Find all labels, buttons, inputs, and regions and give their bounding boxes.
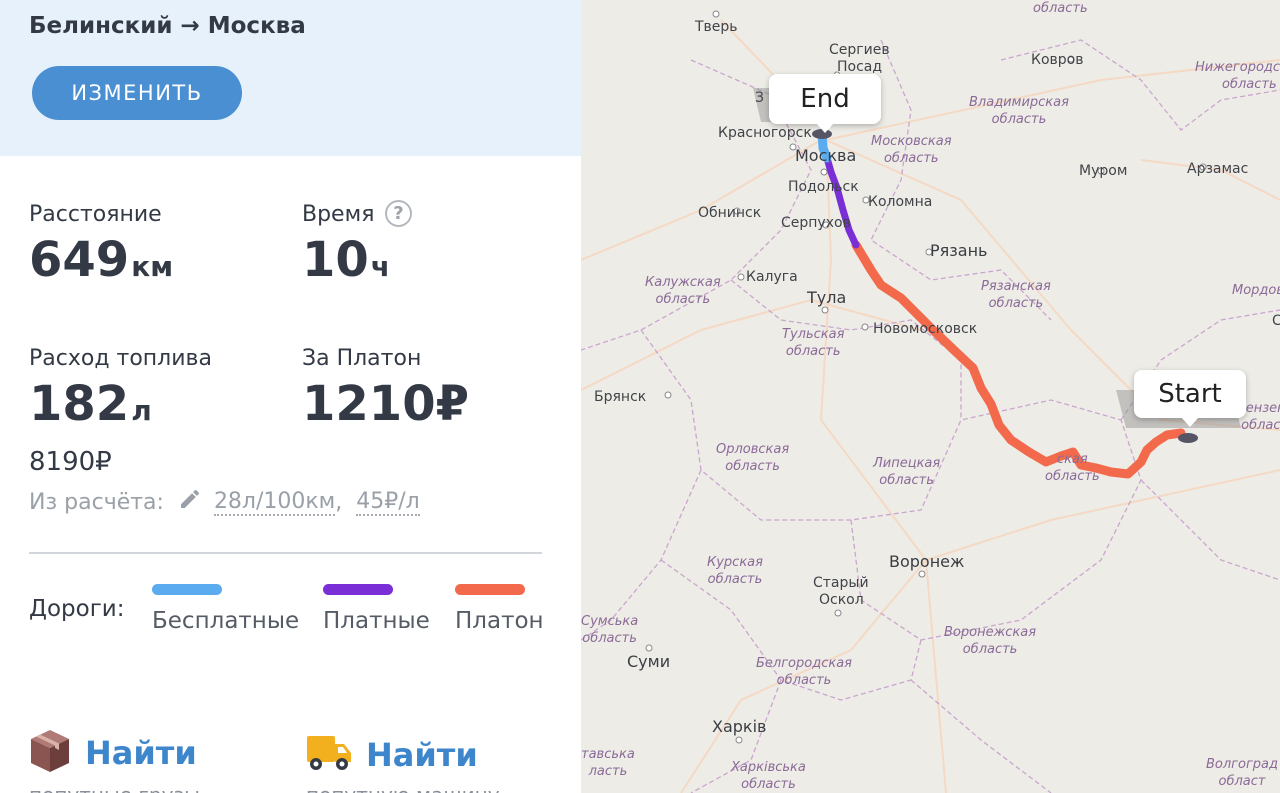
city-sergiev: Сергиев [829,42,890,58]
platon-value: 1210₽ [302,376,469,432]
city-obninsk: Обнинск [698,205,762,221]
city-oskol: Оскол [819,592,864,608]
city-stary: Старый [813,575,869,591]
city-bryansk: Брянск [594,389,647,405]
legend-toll-bar [323,584,393,595]
region-volgograd: Волгоград област [1206,757,1279,789]
city-kharkiv: Харків [712,717,767,736]
distance-number: 649 [29,232,130,288]
region-lipetsk: Липецкая область [873,456,941,488]
region-vladimir: Владимирская область [969,95,1069,127]
region-nizhny: Нижегородскаяобласть [1195,60,1280,92]
region-tula: Тульская область [782,327,845,359]
city-serpukhov: Серпухов [781,215,851,231]
help-icon[interactable]: ? [385,200,412,227]
region-belgorod: Белгородская область [756,656,852,688]
time-number: 10 [302,232,369,288]
region-kaluga: Калужская область [645,275,721,307]
legend-platon-bar [455,584,525,595]
region-tver: область [1033,1,1088,16]
region-voronezh: Воронежская область [944,625,1037,657]
city-murom: Муром [1079,163,1128,179]
region-kharkiv: Харківська область [731,760,806,792]
city-moskva: Москва [795,146,857,165]
cargo-box-icon [29,728,71,778]
find-truck-subtitle: попутную машину [306,783,500,793]
city-tula: Тула [807,288,847,307]
city-posad: Посад [837,59,883,75]
start-marker[interactable]: Start [1134,370,1246,427]
platon-label: За Платон [302,346,422,371]
city-voronezh: Воронеж [889,552,965,571]
city-tver: Тверь [695,19,738,35]
city-arzamas: Арзамас [1187,161,1249,177]
region-ryazan: Рязанская область [981,279,1051,311]
distance-value: 649км [29,232,173,288]
route-title: Белинский → Москва [29,13,306,39]
distance-unit: км [131,250,174,283]
change-route-button[interactable]: ИЗМЕНИТЬ [32,66,242,120]
pencil-icon[interactable] [178,487,202,517]
region-poltava: тавська ласть [581,747,635,779]
platon-number: 1210₽ [302,376,469,432]
legend-platon-label: Платон [455,608,544,634]
consumption-link[interactable]: 28л/100км [213,489,336,516]
region-mordov: Мордов [1232,283,1280,298]
find-truck-label: Найти [366,736,478,774]
distance-label: Расстояние [29,202,162,227]
time-label: Время [302,202,375,227]
truck-icon [306,733,352,777]
region-moscow: Московская область [871,134,952,166]
city-kaluga: Калуга [746,269,798,285]
route-map[interactable]: Тверь Сергиев Посад Ковров З Красногорск… [581,0,1280,793]
region-sumy: Сумська область [581,614,639,646]
legend-free-label: Бесплатные [152,608,300,634]
find-cargo-label: Найти [85,734,197,772]
find-truck-link[interactable]: Найти [306,733,478,777]
fuel-number: 182 [29,376,130,432]
city-sumy: Суми [627,652,671,671]
legend-toll-label: Платные [323,608,430,634]
time-unit: ч [370,250,391,283]
city-novomoskovsk: Новомосковск [873,321,978,337]
route-header: Белинский → Москва ИЗМЕНИТЬ [0,0,581,156]
route-info-panel: Белинский → Москва ИЗМЕНИТЬ Расстояние 6… [0,0,581,793]
fuel-value: 182л [29,376,152,432]
fuel-label: Расход топлива [29,346,212,371]
city-c: С [1272,313,1280,329]
region-kursk: Курская область [707,555,763,587]
region-tambov: ская область [1045,452,1100,484]
calc-separator: , [335,489,343,515]
city-kovrov: Ковров [1031,52,1084,68]
calc-prefix: Из расчёта: [29,489,164,515]
fuel-unit: л [131,394,152,427]
end-marker[interactable]: End [769,74,881,133]
fuel-price-link[interactable]: 45₽/л [356,489,420,516]
city-ryazan: Рязань [930,241,988,260]
city-kolomna: Коломна [868,194,933,210]
time-value: 10ч [302,232,390,288]
calculation-row: Из расчёта: 28л/100км , 45₽/л [29,487,420,517]
find-cargo-link[interactable]: Найти [29,728,197,778]
divider [29,552,542,554]
find-cargo-subtitle: попутные грузы [29,783,200,793]
region-orel: Орловская область [716,442,790,474]
legend-free-bar [152,584,222,595]
fuel-cost: 8190₽ [29,447,112,477]
roads-label: Дороги: [29,596,125,622]
city-krasnogorsk: Красногорск [718,125,812,141]
city-z: З [755,90,764,106]
city-podolsk: Подольск [788,179,859,195]
